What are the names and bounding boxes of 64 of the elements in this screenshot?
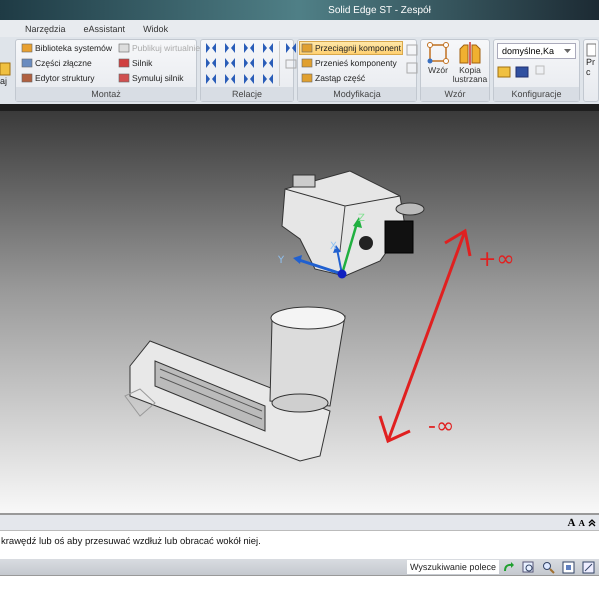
group-label: Modyfikacja <box>298 87 416 101</box>
relation-icon[interactable] <box>204 41 218 55</box>
ribbon-button[interactable]: Symuluj silnik <box>116 71 202 85</box>
ribbon-button[interactable]: Przeciągnij komponent <box>299 41 403 55</box>
button-label[interactable]: c <box>586 67 590 77</box>
relation-icon[interactable] <box>242 56 256 70</box>
menu-tab[interactable]: eAssistant <box>74 22 134 34</box>
axis-label: Z <box>358 213 365 224</box>
menu-tab[interactable]: Widok <box>134 22 178 34</box>
ribbon-button[interactable]: Edytor struktury <box>19 71 114 85</box>
ribbon-button[interactable]: Przenieś komponenty <box>299 56 403 70</box>
part-icon <box>301 42 313 54</box>
page-icon <box>586 43 596 57</box>
axis-label: Y <box>278 255 284 266</box>
group-label: Montaż <box>16 87 196 101</box>
group-label: Konfiguracje <box>494 87 579 101</box>
mirror-button[interactable]: Kopia lustrzana <box>454 41 486 86</box>
font-size-button[interactable]: A <box>578 518 585 528</box>
collapse-icon[interactable] <box>588 518 596 526</box>
cube-icon <box>0 62 12 76</box>
relation-icon[interactable] <box>261 41 275 55</box>
menu-tab[interactable]: Narzędzia <box>16 22 75 34</box>
zoom-icon[interactable] <box>542 560 555 574</box>
part-icon <box>301 72 313 84</box>
part-icon <box>21 72 33 84</box>
mirror-icon <box>458 41 482 65</box>
ribbon-button[interactable]: Silnik <box>116 56 202 70</box>
relation-icon[interactable] <box>204 56 218 70</box>
ribbon-button[interactable]: Części złączne <box>19 56 114 70</box>
prompt-text: krawędź lub oś aby przesuwać wzdłuż lub obracać wokół niej. <box>0 536 261 547</box>
font-size-button[interactable]: A <box>568 516 576 528</box>
caret-icon <box>564 49 571 53</box>
ribbon-button[interactable]: Biblioteka systemów <box>19 41 114 55</box>
plus-infinity-annotation: +∞ <box>478 247 515 272</box>
button-label[interactable]: Pr <box>586 57 595 67</box>
fit-icon[interactable] <box>562 560 575 574</box>
relation-icon[interactable] <box>223 56 237 70</box>
axis-label: X <box>330 241 337 252</box>
part-icon <box>118 42 130 54</box>
group-label: Wzór <box>421 87 489 101</box>
relation-icon[interactable] <box>223 72 237 86</box>
pattern-button[interactable]: Wzór <box>424 41 452 86</box>
part-icon <box>301 57 313 69</box>
relation-icon[interactable] <box>242 72 256 86</box>
minus-infinity-annotation: -∞ <box>428 414 454 439</box>
configuration-dropdown[interactable]: domyślne,Ka <box>497 43 576 59</box>
relation-icon[interactable] <box>261 56 275 70</box>
group-label: Relacje <box>201 87 293 101</box>
relation-icon[interactable] <box>261 72 275 86</box>
part-icon <box>21 42 33 54</box>
relation-icon[interactable] <box>284 41 298 55</box>
relation-icon[interactable] <box>223 41 237 55</box>
part-icon <box>21 57 33 69</box>
pattern-icon <box>426 41 450 65</box>
ribbon-button[interactable]: Zastąp część <box>299 71 403 85</box>
relation-icon[interactable] <box>204 72 218 86</box>
command-search-field[interactable]: Wyszukiwanie polece <box>407 560 499 574</box>
part-icon <box>118 72 130 84</box>
view-icon[interactable] <box>582 560 595 574</box>
button-label[interactable]: aj <box>0 76 12 86</box>
zoom-area-icon[interactable] <box>522 560 535 574</box>
part-icon <box>118 57 130 69</box>
relation-icon[interactable] <box>242 41 256 55</box>
window-title: Solid Edge ST - Zespół <box>327 4 431 16</box>
